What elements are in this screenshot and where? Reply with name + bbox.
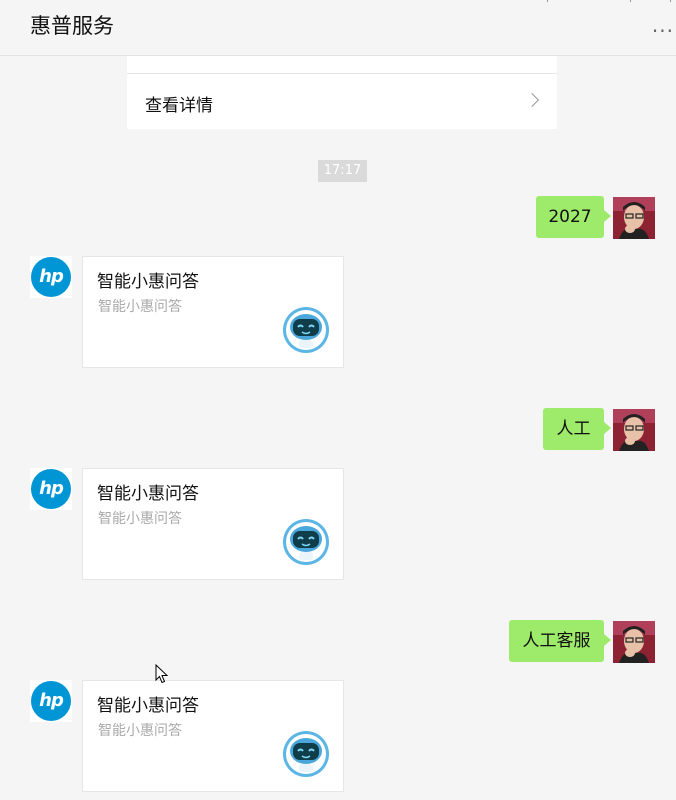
divider [127, 73, 557, 74]
card-title: 智能小惠问答 [97, 272, 199, 292]
user-message-bubble[interactable]: 人工 [543, 408, 611, 450]
bot-avatar[interactable]: hp [30, 256, 72, 298]
window-control-close[interactable] [670, 0, 671, 2]
user-message-bubble[interactable]: 人工客服 [509, 620, 611, 662]
robot-icon [283, 519, 329, 565]
view-details-link[interactable]: 查看详情 [145, 91, 213, 116]
card-title: 智能小惠问答 [97, 696, 199, 716]
window-control-maximize[interactable] [630, 0, 631, 2]
card-subtitle: 智能小惠问答 [98, 723, 182, 739]
user-message-bubble[interactable]: 2027 [536, 196, 611, 238]
bot-reply-card[interactable]: 智能小惠问答 智能小惠问答 [82, 680, 344, 792]
hp-logo-icon: hp [31, 469, 71, 509]
card-subtitle: 智能小惠问答 [98, 511, 182, 527]
user-avatar[interactable] [613, 197, 655, 239]
bot-avatar[interactable]: hp [30, 680, 72, 722]
user-photo-avatar [613, 197, 655, 239]
mouse-cursor-icon [155, 664, 169, 684]
user-photo-avatar [613, 409, 655, 451]
title-bar: 惠普服务 ··· [0, 0, 676, 56]
bot-avatar[interactable]: hp [30, 468, 72, 510]
robot-icon [283, 307, 329, 353]
detail-card[interactable]: 查看详情 [127, 56, 557, 129]
robot-icon [283, 731, 329, 777]
window-control-minimize[interactable] [547, 0, 548, 2]
user-avatar[interactable] [613, 409, 655, 451]
hp-logo-icon: hp [31, 681, 71, 721]
card-subtitle: 智能小惠问答 [98, 299, 182, 315]
hp-logo-icon: hp [31, 257, 71, 297]
more-options-icon[interactable]: ··· [652, 19, 674, 43]
bot-reply-card[interactable]: 智能小惠问答 智能小惠问答 [82, 468, 344, 580]
card-title: 智能小惠问答 [97, 484, 199, 504]
message-timestamp: 17:17 [318, 160, 367, 182]
user-photo-avatar [613, 621, 655, 663]
chat-title: 惠普服务 [30, 14, 114, 38]
bot-reply-card[interactable]: 智能小惠问答 智能小惠问答 [82, 256, 344, 368]
user-avatar[interactable] [613, 621, 655, 663]
chevron-right-icon [524, 92, 540, 108]
